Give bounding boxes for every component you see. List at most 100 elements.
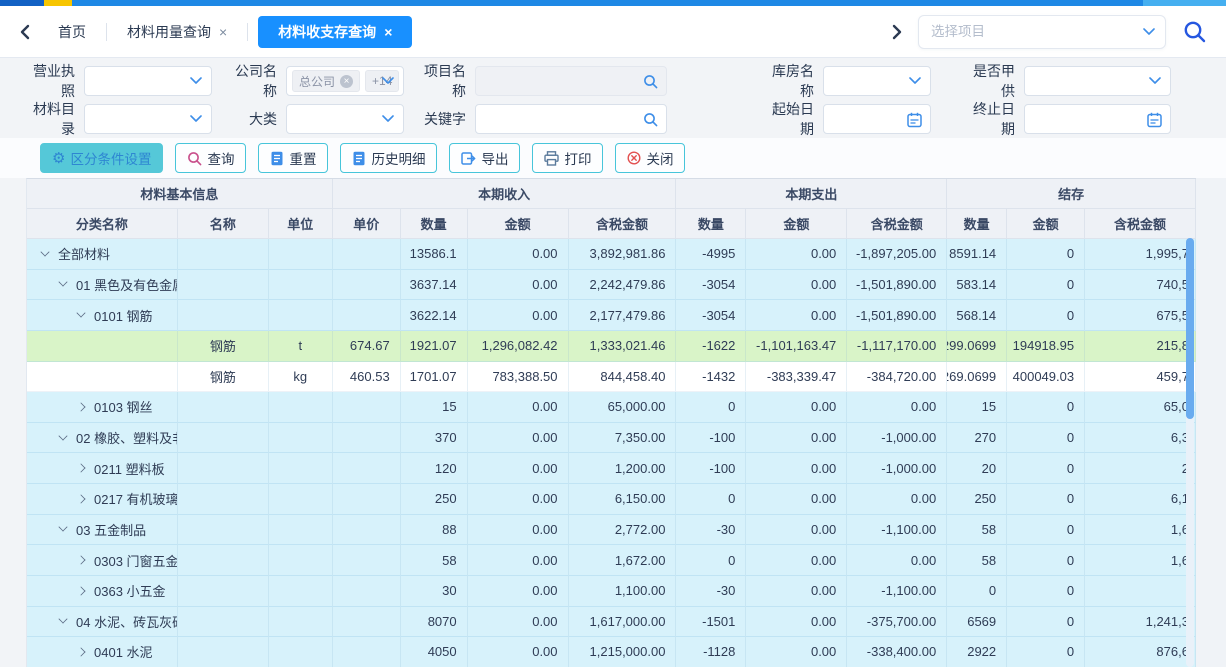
project-name-input[interactable] xyxy=(476,68,666,94)
chevron-right-icon[interactable] xyxy=(76,494,85,503)
column-header-cell[interactable]: 名称 xyxy=(178,209,269,239)
price-cell: 674.67 xyxy=(333,331,401,362)
search-icon[interactable] xyxy=(643,112,658,127)
chevron-down-icon[interactable] xyxy=(58,278,67,287)
table-row[interactable]: 0303 门窗五金580.001,672.0000.000.005801,6 xyxy=(27,545,1196,576)
table-group-header-row: 材料基本信息本期收入本期支出结存 xyxy=(27,179,1196,209)
calendar-icon[interactable] xyxy=(907,112,922,128)
vertical-scrollbar-thumb[interactable] xyxy=(1186,238,1194,419)
group-header-cell: 材料基本信息 xyxy=(27,179,333,209)
table-row[interactable]: 0363 小五金300.001,100.00-300.00-1,100.0000 xyxy=(27,576,1196,607)
tab-home[interactable]: 首页 xyxy=(38,16,106,48)
project-name-search[interactable] xyxy=(475,66,667,96)
column-header-cell[interactable]: 分类名称 xyxy=(27,209,178,239)
calendar-icon[interactable] xyxy=(1147,112,1162,128)
column-header-cell[interactable]: 数量 xyxy=(401,209,468,239)
chevron-right-icon[interactable] xyxy=(76,586,85,595)
chevron-down-icon[interactable] xyxy=(58,431,67,440)
chevron-down-icon[interactable] xyxy=(58,523,67,532)
tag-close-icon[interactable]: × xyxy=(340,75,353,88)
close-button[interactable]: 关闭 xyxy=(615,143,685,173)
export-button[interactable]: 导出 xyxy=(449,143,520,173)
column-header-cell[interactable]: 数量 xyxy=(947,209,1007,239)
chevron-right-icon[interactable] xyxy=(76,647,85,656)
filter-start-date: 起始日期 xyxy=(766,104,931,134)
condition-settings-button[interactable]: ⚙ 区分条件设置 xyxy=(40,143,163,173)
column-header-cell[interactable]: 单价 xyxy=(333,209,401,239)
price-cell xyxy=(333,545,401,576)
out-amt-cell: 0.00 xyxy=(746,239,847,270)
chevron-left-icon[interactable] xyxy=(12,19,38,45)
table-row[interactable]: 0101 钢筋3622.140.002,177,479.86-30540.00-… xyxy=(27,300,1196,331)
column-header-cell[interactable]: 含税金额 xyxy=(1085,209,1196,239)
chevron-right-icon[interactable] xyxy=(884,19,910,45)
filter-label: 大类 xyxy=(224,109,286,129)
filter-label: 终止日期 xyxy=(966,99,1024,139)
keyword-search[interactable] xyxy=(475,104,667,134)
table-row[interactable]: 0217 有机玻璃2500.006,150.0000.000.0025006,1 xyxy=(27,484,1196,515)
chevron-down-icon[interactable] xyxy=(40,247,49,256)
start-date-picker[interactable] xyxy=(823,104,931,134)
out-tax-cell: -1,100.00 xyxy=(847,576,947,607)
end-date-picker[interactable] xyxy=(1024,104,1171,134)
chevron-right-icon[interactable] xyxy=(76,464,85,473)
table-row[interactable]: 04 水泥、砖瓦灰砂石80700.001,617,000.00-15010.00… xyxy=(27,607,1196,638)
out-amt-cell: 0.00 xyxy=(746,576,847,607)
out-tax-cell: 0.00 xyxy=(847,545,947,576)
tab-label: 材料收支存查询 xyxy=(278,22,376,42)
table-row[interactable]: 0211 塑料板1200.001,200.00-1000.00-1,000.00… xyxy=(27,453,1196,484)
bal-amt-cell: 0 xyxy=(1007,270,1085,301)
table-row[interactable]: 01 黑色及有色金属3637.140.002,242,479.86-30540.… xyxy=(27,270,1196,301)
business-license-select[interactable] xyxy=(84,66,212,96)
keyword-input[interactable] xyxy=(476,106,666,132)
chevron-down-icon[interactable] xyxy=(58,615,67,624)
reset-button[interactable]: 重置 xyxy=(258,143,328,173)
column-header-cell[interactable]: 金额 xyxy=(746,209,847,239)
search-icon[interactable] xyxy=(643,74,658,89)
column-header-cell[interactable]: 含税金额 xyxy=(569,209,677,239)
party-a-supply-select[interactable] xyxy=(1024,66,1171,96)
table-row[interactable]: 钢筋t674.671921.071,296,082.421,333,021.46… xyxy=(27,331,1196,362)
name-cell: 钢筋 xyxy=(178,362,269,393)
table-row[interactable]: 0103 钢丝150.0065,000.0000.000.0015065,0 xyxy=(27,392,1196,423)
tab-material-usage-query[interactable]: 材料用量查询 × xyxy=(107,16,247,48)
table-row[interactable]: 0401 水泥40500.001,215,000.00-11280.00-338… xyxy=(27,637,1196,667)
material-balance-query-screen: 首页 材料用量查询 × 材料收支存查询 × 营业执照 xyxy=(0,0,1226,667)
table-row[interactable]: 03 五金制品880.002,772.00-300.00-1,100.00580… xyxy=(27,515,1196,546)
search-icon[interactable] xyxy=(1180,17,1210,47)
out-amt-cell: 0.00 xyxy=(746,545,847,576)
print-button[interactable]: 打印 xyxy=(532,143,603,173)
category-cell: 0211 塑料板 xyxy=(27,453,178,484)
in-amt-cell: 0.00 xyxy=(468,637,569,667)
project-select[interactable] xyxy=(918,15,1166,49)
project-select-input[interactable] xyxy=(919,17,1143,47)
chevron-right-icon[interactable] xyxy=(76,556,85,565)
chevron-right-icon[interactable] xyxy=(76,402,85,411)
column-header-cell[interactable]: 数量 xyxy=(676,209,746,239)
close-icon[interactable]: × xyxy=(384,25,392,39)
name-cell xyxy=(178,607,269,638)
table-row[interactable]: 钢筋kg460.531701.07783,388.50844,458.40-14… xyxy=(27,362,1196,393)
close-icon[interactable]: × xyxy=(219,25,227,39)
chevron-down-icon[interactable] xyxy=(76,309,85,318)
table-row[interactable]: 全部材料13586.10.003,892,981.86-49950.00-1,8… xyxy=(27,239,1196,270)
history-detail-button[interactable]: 历史明细 xyxy=(340,143,437,173)
column-header-cell[interactable]: 金额 xyxy=(468,209,569,239)
table-row[interactable]: 02 橡胶、塑料及非金3700.007,350.00-1000.00-1,000… xyxy=(27,423,1196,454)
column-header-cell[interactable]: 金额 xyxy=(1007,209,1085,239)
unit-cell xyxy=(269,392,333,423)
bal-amt-cell: 0 xyxy=(1007,576,1085,607)
column-header-cell[interactable]: 含税金额 xyxy=(847,209,947,239)
tab-bar: 首页 材料用量查询 × 材料收支存查询 × xyxy=(0,6,1226,58)
chevron-down-icon[interactable] xyxy=(1143,27,1155,36)
warehouse-name-select[interactable] xyxy=(823,66,931,96)
tab-material-balance-query[interactable]: 材料收支存查询 × xyxy=(258,16,412,48)
material-catalog-select[interactable] xyxy=(84,104,212,134)
company-name-select[interactable]: 总公司× +14 xyxy=(286,66,404,96)
in-tax-cell: 2,242,479.86 xyxy=(569,270,677,301)
name-cell xyxy=(178,545,269,576)
column-header-cell[interactable]: 单位 xyxy=(269,209,333,239)
major-category-select[interactable] xyxy=(286,104,404,134)
query-button[interactable]: 查询 xyxy=(175,143,246,173)
company-tag: 总公司× xyxy=(292,70,360,92)
